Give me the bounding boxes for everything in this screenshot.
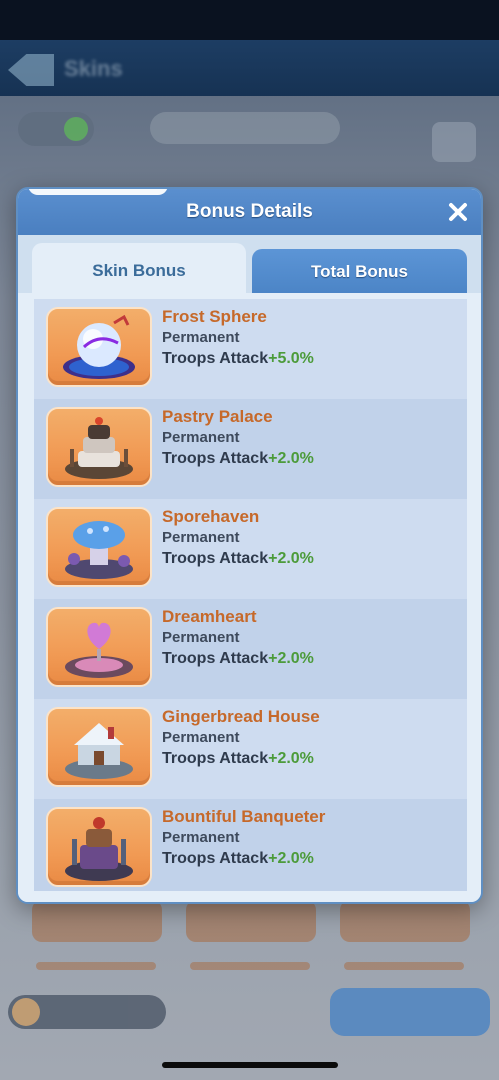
item-bonus-value: +2.0% <box>268 850 314 867</box>
background-bottom-pill <box>8 995 166 1029</box>
background-back-button <box>6 52 56 88</box>
tab-total-bonus[interactable]: Total Bonus <box>252 249 467 295</box>
home-indicator <box>162 1062 338 1068</box>
item-name: Gingerbread House <box>162 707 320 726</box>
background-toggle <box>18 112 94 146</box>
snow-decoration <box>28 189 168 195</box>
background-search <box>150 112 340 144</box>
item-bonus-value: +2.0% <box>268 750 314 767</box>
item-duration: Permanent <box>162 429 240 446</box>
item-duration: Permanent <box>162 629 240 646</box>
dreamheart-icon <box>46 607 152 687</box>
bonus-list-panel: Frost Sphere Permanent Troops Attack+5.0… <box>18 293 481 902</box>
background-card <box>186 900 316 942</box>
list-item: Bountiful Banqueter Permanent Troops Att… <box>34 799 467 891</box>
background-card <box>340 900 470 942</box>
gingerbread-house-icon <box>46 707 152 787</box>
item-stat: Troops Attack <box>162 850 269 867</box>
sporehaven-icon <box>46 507 152 587</box>
list-item: Dreamheart Permanent Troops Attack+2.0% <box>34 599 467 699</box>
item-stat: Troops Attack <box>162 550 269 567</box>
item-stat: Troops Attack <box>162 450 269 467</box>
close-button[interactable] <box>445 199 471 225</box>
list-item: Frost Sphere Permanent Troops Attack+5.0… <box>34 299 467 399</box>
item-name: Sporehaven <box>162 507 260 526</box>
item-stat: Troops Attack <box>162 350 269 367</box>
item-bonus: Troops Attack+5.0% <box>162 348 314 370</box>
background-card-line <box>344 962 464 970</box>
close-icon <box>449 203 467 221</box>
background-equip-button <box>330 988 490 1036</box>
item-duration: Permanent <box>162 829 240 846</box>
item-bonus: Troops Attack+2.0% <box>162 448 314 470</box>
list-item: Gingerbread House Permanent Troops Attac… <box>34 699 467 799</box>
item-stat: Troops Attack <box>162 650 269 667</box>
item-bonus: Troops Attack+2.0% <box>162 848 325 870</box>
tab-bar: Skin Bonus Total Bonus <box>32 243 469 299</box>
status-bar <box>0 0 499 40</box>
item-name: Dreamheart <box>162 607 257 626</box>
background-card-line <box>36 962 156 970</box>
bountiful-banqueter-icon <box>46 807 152 887</box>
bonus-list[interactable]: Frost Sphere Permanent Troops Attack+5.0… <box>34 299 467 891</box>
item-bonus-value: +2.0% <box>268 450 314 467</box>
item-bonus-value: +5.0% <box>268 350 314 367</box>
item-duration: Permanent <box>162 529 240 546</box>
background-icon-button <box>432 122 476 162</box>
item-bonus-value: +2.0% <box>268 650 314 667</box>
list-item: Sporehaven Permanent Troops Attack+2.0% <box>34 499 467 599</box>
item-name: Frost Sphere <box>162 307 267 326</box>
item-duration: Permanent <box>162 729 240 746</box>
tab-skin-bonus[interactable]: Skin Bonus <box>32 243 246 299</box>
modal-title: Bonus Details <box>186 201 313 222</box>
item-bonus: Troops Attack+2.0% <box>162 748 320 770</box>
background-title: Skins <box>64 56 123 81</box>
list-item: Pastry Palace Permanent Troops Attack+2.… <box>34 399 467 499</box>
item-bonus: Troops Attack+2.0% <box>162 548 314 570</box>
pastry-palace-icon <box>46 407 152 487</box>
item-duration: Permanent <box>162 329 240 346</box>
item-stat: Troops Attack <box>162 750 269 767</box>
item-name: Bountiful Banqueter <box>162 807 326 826</box>
background-card <box>32 900 162 942</box>
frost-sphere-icon <box>46 307 152 387</box>
background-card-line <box>190 962 310 970</box>
bonus-details-modal: Bonus Details Skin Bonus Total Bonus Fro… <box>16 187 483 904</box>
item-name: Pastry Palace <box>162 407 273 426</box>
item-bonus-value: +2.0% <box>268 550 314 567</box>
modal-header: Bonus Details <box>18 189 481 235</box>
item-bonus: Troops Attack+2.0% <box>162 648 314 670</box>
